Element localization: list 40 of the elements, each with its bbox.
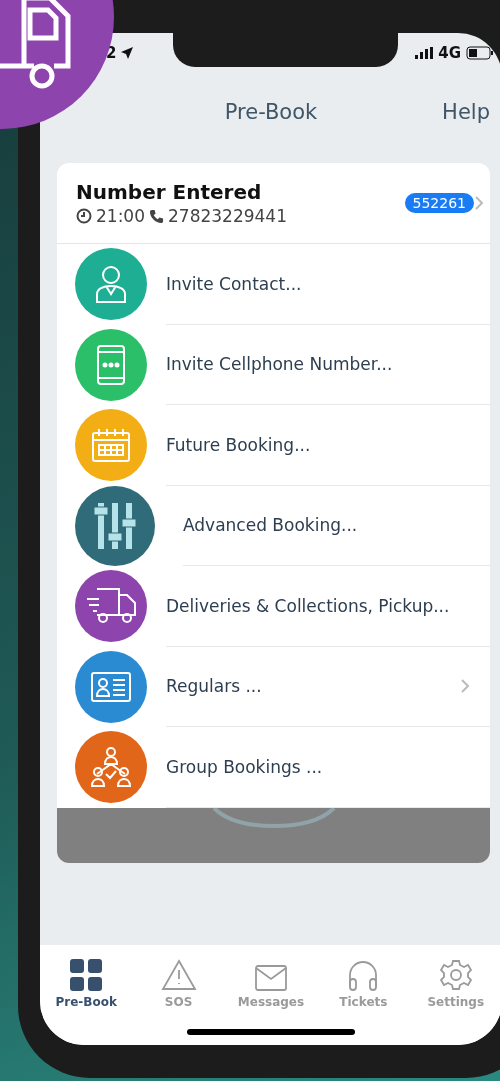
truck-icon: [85, 587, 137, 626]
clock-icon: [76, 208, 92, 224]
battery-icon: [466, 46, 494, 60]
menu-item[interactable]: Regulars ...: [57, 646, 490, 727]
sliders-icon: [92, 500, 138, 551]
menu-item[interactable]: Group Bookings ...: [57, 727, 490, 808]
network-label: 4G: [438, 44, 461, 62]
group-icon: [89, 746, 133, 789]
menu-item[interactable]: Invite Contact...: [57, 244, 490, 325]
booking-time: 21:00: [96, 206, 145, 226]
menu-label: Future Booking...: [166, 434, 312, 455]
menu-label: Invite Contact...: [166, 273, 303, 294]
mail-icon: [254, 965, 287, 991]
person-icon: [94, 264, 128, 305]
phone-handset-icon: [149, 208, 164, 224]
chevron-icon: [474, 195, 484, 211]
help-link[interactable]: Help: [442, 99, 490, 124]
warning-icon: [160, 959, 197, 991]
menu-label: Regulars ...: [166, 676, 263, 697]
grid-icon: [70, 959, 103, 991]
menu-label: Deliveries & Collections, Pickup...: [166, 595, 451, 616]
signal-icon: [415, 47, 434, 59]
menu-label: Advanced Booking...: [183, 515, 359, 536]
nav-title: Pre-Book: [224, 99, 318, 124]
settings-icon: [439, 959, 472, 991]
menu-label: Group Bookings ...: [166, 756, 324, 777]
menu-item[interactable]: Advanced Booking...: [57, 485, 490, 566]
calendar-icon: [91, 427, 131, 464]
tab-item[interactable]: Pre-Book: [42, 953, 131, 1009]
phone-icon: [96, 343, 126, 386]
id-card-icon: [90, 670, 132, 703]
location-icon: [121, 47, 134, 59]
booking-number-badge: 552261: [404, 193, 474, 213]
menu-item[interactable]: Future Booking...: [57, 405, 490, 486]
headphones-icon: [347, 959, 380, 991]
menu-label: Invite Cellphone Number...: [166, 354, 394, 375]
phone-number: 27823229441: [168, 206, 287, 226]
menu-item[interactable]: Deliveries & Collections, Pickup...: [57, 566, 490, 647]
menu-item[interactable]: Invite Cellphone Number...: [57, 324, 490, 405]
card-title: Number Entered: [76, 180, 263, 204]
